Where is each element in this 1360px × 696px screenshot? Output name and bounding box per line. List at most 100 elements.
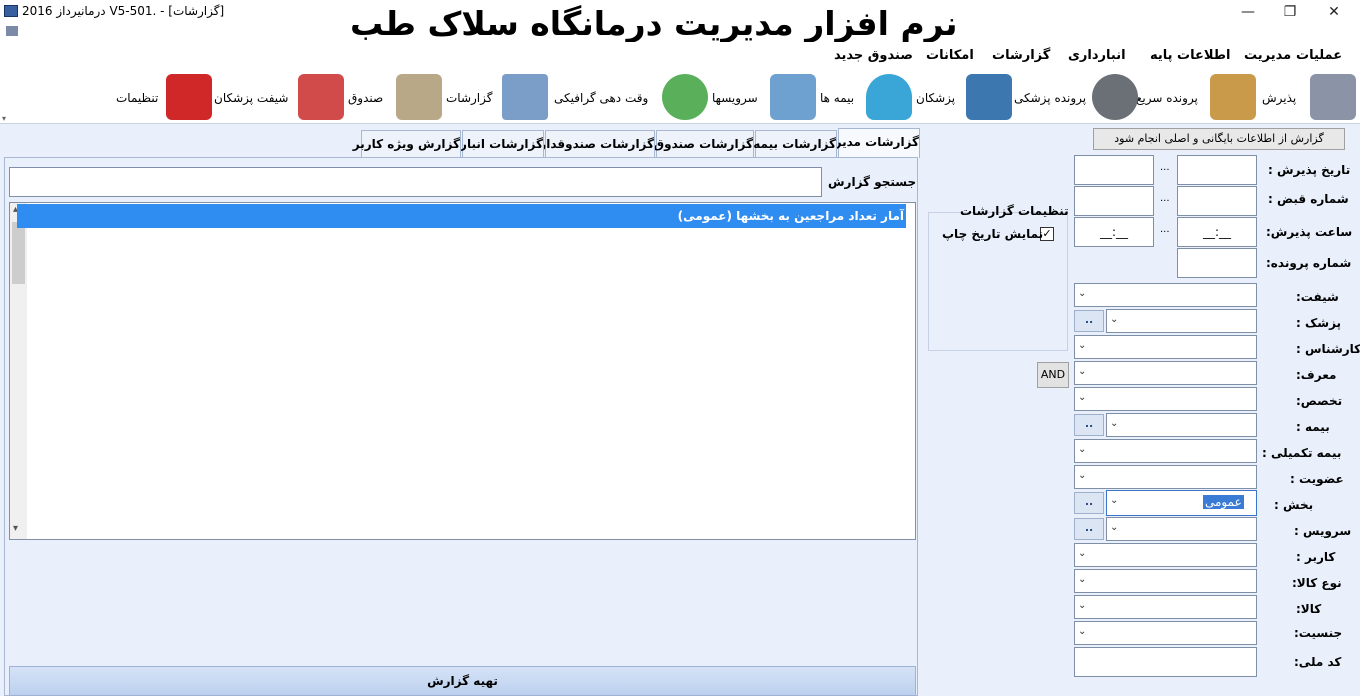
referrer-select[interactable]: ⌄ [1074, 361, 1257, 385]
service-browse-button[interactable]: .. [1074, 518, 1104, 540]
specialty-label: تخصص: [1296, 394, 1343, 408]
tool-services-label: سرویسها [712, 91, 758, 105]
tool-doctors[interactable] [864, 70, 912, 124]
report-settings-title: تنظیمات گزارشات [960, 204, 1069, 218]
tool-cash-box-label: صندوق [348, 91, 384, 105]
receipt-no-to-input[interactable] [1177, 186, 1257, 216]
restore-button[interactable]: ❐ [1270, 2, 1310, 24]
menu-facilities[interactable]: امکانات [926, 48, 974, 63]
chevron-down-icon: ⌄ [1078, 548, 1087, 559]
chevron-down-icon: ⌄ [1078, 288, 1087, 299]
specialty-select[interactable]: ⌄ [1074, 387, 1257, 411]
menu-new-cash-box[interactable]: صندوق جدید [834, 48, 913, 63]
file-no-input[interactable] [1177, 248, 1257, 278]
tool-services[interactable] [660, 70, 708, 124]
archive-report-button[interactable]: گزارش از اطلاعات بایگانی و اصلی انجام شو… [1093, 128, 1345, 150]
reception-date-to-input[interactable] [1177, 155, 1257, 185]
membership-select[interactable]: ⌄ [1074, 465, 1257, 489]
expert-select[interactable]: ⌄ [1074, 335, 1257, 359]
expert-label: کارشناس : [1296, 342, 1360, 356]
range-separator: ... [1160, 224, 1170, 235]
chevron-down-icon: ⌄ [1078, 444, 1087, 455]
shift-label: شیفت: [1296, 290, 1339, 304]
doctor-icon [966, 74, 1012, 120]
menu-operations[interactable]: عملیات [1296, 48, 1342, 63]
goods-type-select[interactable]: ⌄ [1074, 569, 1257, 593]
tool-reports[interactable] [390, 70, 442, 124]
and-button[interactable]: AND [1037, 362, 1069, 388]
receipt-no-from-input[interactable] [1074, 186, 1154, 216]
minimize-button[interactable]: — [1228, 2, 1268, 24]
chevron-down-icon: ⌄ [1110, 495, 1119, 506]
calendar-red-icon [298, 74, 344, 120]
department-select[interactable]: ⌄ عمومی [1106, 490, 1257, 516]
prepare-report-button[interactable]: تهیه گزارش [9, 666, 916, 696]
tool-graphic-booking[interactable] [500, 70, 548, 124]
tool-settings-label: تنظیمات [116, 91, 159, 105]
reception-date-label: تاریخ پذیرش : [1268, 163, 1351, 177]
national-code-input[interactable] [1074, 647, 1257, 677]
umbrella-money-icon [866, 74, 912, 120]
range-separator: ... [1160, 162, 1170, 173]
scroll-down-icon[interactable]: ▾ [13, 523, 18, 534]
tool-files[interactable] [1208, 70, 1256, 124]
goods-select[interactable]: ⌄ [1074, 595, 1257, 619]
tool-reception-label: پذیرش [1262, 91, 1297, 105]
reception-date-from-input[interactable] [1074, 155, 1154, 185]
tab-cashier-reports[interactable]: گزارشات صندوقدار [539, 130, 655, 158]
tab-insurance-reports[interactable]: گزارشات بیمه [753, 130, 837, 158]
report-sheet-icon [502, 74, 548, 120]
reception-time-to-input[interactable]: __:__ [1177, 217, 1257, 247]
chevron-down-icon: ⌄ [1110, 418, 1119, 429]
tool-medical-file[interactable] [964, 70, 1012, 124]
menu-reports[interactable]: گزارشات [992, 48, 1050, 63]
calendar-icon [662, 74, 708, 120]
doctor-browse-button[interactable]: .. [1074, 310, 1104, 332]
insurance-browse-button[interactable]: .. [1074, 414, 1104, 436]
tool-insurance-label: بیمه ها [820, 91, 855, 105]
toolbar-overflow-icon[interactable]: ▾ [2, 114, 6, 123]
system-menu-icon[interactable] [6, 26, 18, 36]
chevron-down-icon: ⌄ [1110, 522, 1119, 533]
tab-warehouse-reports[interactable]: گزارشات انبار [460, 130, 544, 158]
supp-insurance-select[interactable]: ⌄ [1074, 439, 1257, 463]
chevron-down-icon: ⌄ [1078, 626, 1087, 637]
range-separator: ... [1160, 193, 1170, 204]
tab-manager-reports[interactable]: گزارشات مدیر [835, 128, 920, 158]
user-select[interactable]: ⌄ [1074, 543, 1257, 567]
reception-time-from-input[interactable]: __:__ [1074, 217, 1154, 247]
department-value: عمومی [1203, 495, 1244, 509]
gender-select[interactable]: ⌄ [1074, 621, 1257, 645]
search-label: جستجو گزارش [828, 175, 917, 189]
doctor-select[interactable]: ⌄ [1106, 309, 1257, 333]
folder-files-icon [1210, 74, 1256, 120]
close-button[interactable]: ✕ [1314, 2, 1354, 24]
service-label: سرویس : [1294, 524, 1352, 538]
tool-shifts[interactable] [166, 70, 212, 124]
scrollbar-thumb[interactable] [12, 222, 25, 284]
chevron-down-icon: ⌄ [1078, 600, 1087, 611]
window-title: [گزارشات] - .V5-501 درمانیرداز 2016 [22, 4, 225, 18]
tool-reports-label: گزارشات [446, 91, 493, 105]
menu-warehouse[interactable]: انبارداری [1068, 48, 1126, 63]
search-input[interactable] [9, 167, 822, 197]
user-label: کاربر : [1296, 550, 1336, 564]
tab-cash-box-reports[interactable]: گزارشات صندوق [653, 130, 754, 158]
show-print-date-label: نمایش تاریخ چاپ [942, 227, 1044, 241]
shift-select[interactable]: ⌄ [1074, 283, 1257, 307]
tool-insurance[interactable] [770, 70, 816, 124]
insurance-select[interactable]: ⌄ [1106, 413, 1257, 437]
service-select[interactable]: ⌄ [1106, 517, 1257, 541]
toolbox-red-icon [166, 74, 212, 120]
chevron-down-icon: ⌄ [1078, 366, 1087, 377]
tool-cash-box[interactable] [296, 70, 344, 124]
tool-quick-file[interactable] [1090, 70, 1138, 124]
report-item[interactable]: آمار تعداد مراجعین به بخشها (عمومی) [17, 204, 906, 228]
department-browse-button[interactable]: .. [1074, 492, 1104, 514]
menu-management[interactable]: مدیریت [1244, 48, 1291, 63]
menu-base-info[interactable]: اطلاعات پایه [1150, 48, 1230, 63]
chevron-down-icon: ⌄ [1078, 574, 1087, 585]
tab-user-special-reports[interactable]: گزارش ویژه کاربر [353, 130, 461, 158]
document-arrow-icon [770, 74, 816, 120]
tool-reception[interactable] [1298, 70, 1356, 124]
